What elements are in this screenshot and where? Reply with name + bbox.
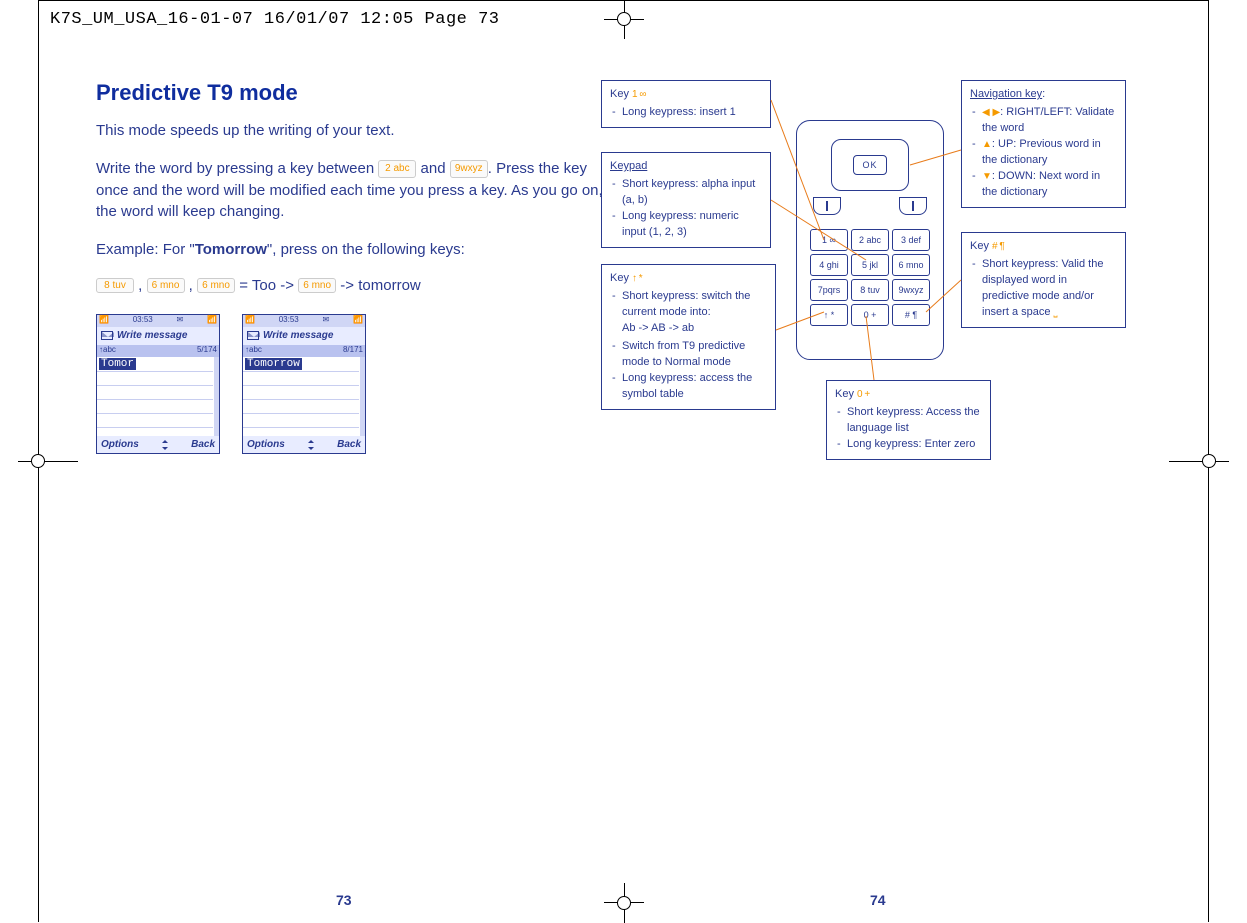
left-column: Predictive T9 mode This mode speeds up t…: [96, 80, 626, 882]
key-sequence: 8 tuv , 6 mno , 6 mno = Too -> 6 mno -> …: [96, 277, 606, 294]
crop-info: K7S_UM_USA_16-01-07 16/01/07 12:05 Page …: [50, 10, 499, 29]
phone-screen-2: 📶03:53✉📶 Write message ↑abc8/171 Tomorro…: [242, 314, 366, 454]
note-keypad: Keypad Short keypress: alpha input (a, b…: [601, 152, 771, 248]
up-arrow-icon: ▲: [982, 138, 992, 153]
page-number-left: 73: [336, 892, 352, 908]
keypad-6: 6 mno: [892, 254, 930, 276]
keypad-0: 0 +: [851, 304, 889, 326]
phone-keypad: 1 ∞ 2 abc 3 def 4 ghi 5 jkl 6 mno 7pqrs …: [810, 229, 930, 326]
key-6mno-icon: 6 mno: [147, 278, 185, 293]
note-key-1: Key 1 ∞ Long keypress: insert 1: [601, 80, 771, 128]
keypad-7: 7pqrs: [810, 279, 848, 301]
envelope-icon: [101, 331, 113, 340]
crop-mark-left: [18, 441, 78, 481]
keypad-4: 4 ghi: [810, 254, 848, 276]
keypad-5: 5 jkl: [851, 254, 889, 276]
down-arrow-icon: ▼: [982, 170, 992, 185]
left-softkey: [813, 197, 841, 215]
crop-mark-bottom: [604, 883, 644, 923]
page-heading: Predictive T9 mode: [96, 80, 606, 106]
page-number-right: 74: [870, 892, 886, 908]
keypad-2: 2 abc: [851, 229, 889, 251]
keypad-hash: # ¶: [892, 304, 930, 326]
keypad-9: 9wxyz: [892, 279, 930, 301]
key-2abc-icon: 2 abc: [378, 160, 416, 179]
right-softkey: [899, 197, 927, 215]
keypad-1: 1 ∞: [810, 229, 848, 251]
right-column: Key 1 ∞ Long keypress: insert 1 Keypad S…: [626, 80, 1151, 882]
phone-screen-1: 📶03:53✉📶 Write message ↑abc5/174 Tomor O…: [96, 314, 220, 454]
key-8tuv-icon: 8 tuv: [96, 278, 134, 293]
key-9wxyz-icon: 9wxyz: [450, 160, 488, 179]
keypad-diagram: Key 1 ∞ Long keypress: insert 1 Keypad S…: [626, 80, 1151, 500]
keypad-star: ↑ *: [810, 304, 848, 326]
space-icon: ⎵: [1054, 306, 1058, 321]
note-navigation-key: Navigation key: ◀ ▶: RIGHT/LEFT: Validat…: [961, 80, 1126, 208]
nav-indicator-icon: [158, 439, 172, 451]
crop-mark-top: [604, 0, 644, 39]
paragraph-1: This mode speeds up the writing of your …: [96, 120, 606, 142]
phone-screens: 📶03:53✉📶 Write message ↑abc5/174 Tomor O…: [96, 314, 606, 454]
paragraph-2: Write the word by pressing a key between…: [96, 158, 606, 223]
note-key-star: Key ↑ * Short keypress: switch the curre…: [601, 264, 776, 410]
keypad-3: 3 def: [892, 229, 930, 251]
phone-outline: OK 1 ∞ 2 abc 3 def 4 ghi 5 jkl 6 mno 7pq…: [796, 120, 944, 360]
softkey-options: Options: [101, 439, 139, 450]
paragraph-3: Example: For "Tomorrow", press on the fo…: [96, 239, 606, 261]
note-key-hash: Key # ¶ Short keypress: Valid the displa…: [961, 232, 1126, 328]
key-6mno-icon: 6 mno: [197, 278, 235, 293]
softkey-back: Back: [191, 439, 215, 450]
envelope-icon: [247, 331, 259, 340]
nav-indicator-icon: [304, 439, 318, 451]
softkey-options: Options: [247, 439, 285, 450]
left-right-arrow-icon: ◀ ▶: [982, 106, 1000, 121]
softkey-back: Back: [337, 439, 361, 450]
note-key-zero: Key 0 + Short keypress: Access the langu…: [826, 380, 991, 460]
ok-button: OK: [853, 155, 887, 175]
crop-mark-right: [1169, 441, 1229, 481]
keypad-8: 8 tuv: [851, 279, 889, 301]
key-6mno-icon: 6 mno: [298, 278, 336, 293]
